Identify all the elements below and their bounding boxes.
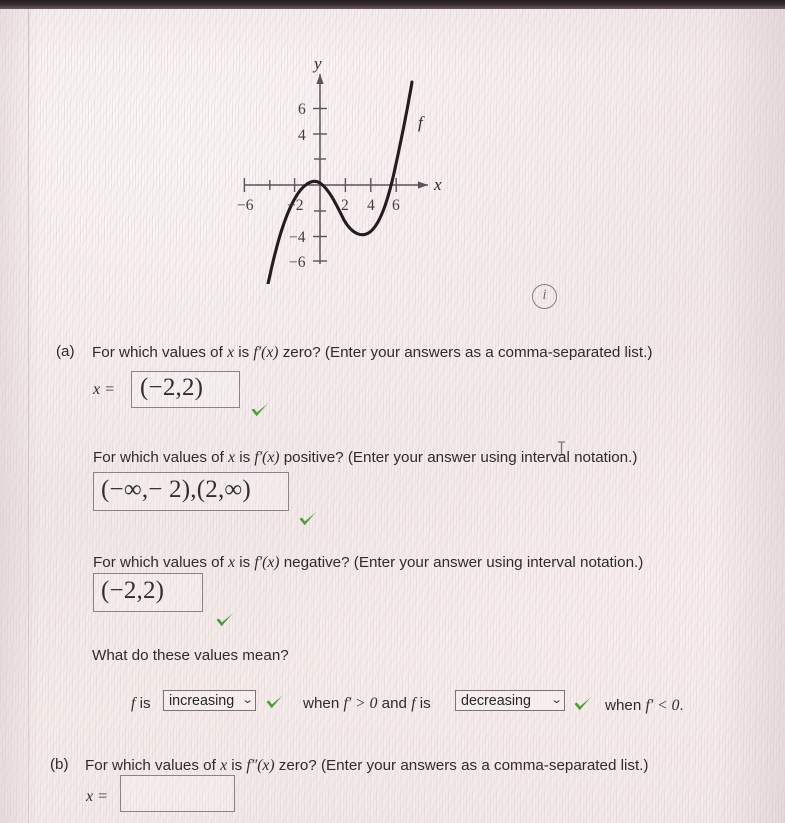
q-b1-after: zero? (Enter your answers as a comma-sep…	[274, 757, 649, 774]
xtick-neg2: −2	[287, 197, 304, 214]
ytick-4: 4	[298, 127, 306, 144]
q-a2-var: x	[228, 449, 235, 466]
check-icon-a3	[214, 610, 236, 630]
check-icon-meaning-1	[264, 692, 286, 712]
part-b-label: (b)	[50, 756, 69, 773]
meaning-prompt: What do these values mean?	[92, 647, 289, 664]
q-a3-mid: is	[234, 554, 255, 571]
xtick-2: 2	[341, 197, 349, 214]
answer-value-a3: (−2,2)	[101, 577, 165, 604]
chevron-down-icon-2: ⌄	[550, 694, 563, 706]
meaning-and: and	[377, 695, 412, 712]
meaning-cond1: f′ > 0	[343, 695, 378, 712]
q-a3-after: negative? (Enter your answer using inter…	[279, 554, 644, 571]
meaning-segment-3: when f′ < 0.	[605, 696, 684, 716]
curve-label-f: f	[418, 113, 425, 132]
y-axis-label: y	[312, 54, 322, 73]
question-a3-text: For which values of x is f′(x) negative?…	[93, 553, 643, 573]
q-b1-var: x	[220, 757, 227, 774]
select-increasing-value: increasing	[169, 692, 235, 709]
information-icon[interactable]: i	[532, 284, 557, 309]
screen-bezel-edge	[0, 0, 785, 9]
ytick-neg4: −4	[289, 229, 306, 246]
meaning-period: .	[679, 697, 684, 714]
q-a3-var: x	[228, 554, 235, 571]
question-a1-text: For which values of x is f′(x) zero? (En…	[92, 343, 652, 363]
check-icon-a1	[249, 400, 271, 420]
ytick-neg6: −6	[289, 254, 306, 271]
q-a3-before: For which values of	[93, 554, 229, 571]
q-a1-after: zero? (Enter your answers as a comma-sep…	[278, 344, 653, 361]
answer-input-b1[interactable]	[120, 775, 235, 812]
q-a2-after: positive? (Enter your answer using inter…	[279, 449, 638, 466]
part-a-label: (a)	[56, 343, 75, 360]
x-equals-label-a: x =	[93, 381, 115, 398]
q-b1-fn: f″(x)	[246, 757, 275, 774]
graph-figure: −6 −2 2 4 6 6 4 −4 −6 x y f	[232, 52, 464, 284]
q-a1-fn: f′(x)	[253, 344, 279, 361]
select-decreasing[interactable]: decreasing ⌄	[455, 690, 565, 711]
meaning-segment-2: when f′ > 0 and f is	[303, 694, 431, 714]
q-a1-before: For which values of	[92, 344, 228, 361]
check-icon-meaning-2	[572, 694, 594, 714]
q-a1-var: x	[227, 344, 234, 361]
select-decreasing-value: decreasing	[461, 692, 531, 709]
select-increasing[interactable]: increasing ⌄	[163, 690, 256, 711]
xtick-4: 4	[367, 197, 375, 214]
xtick-neg6: −6	[237, 197, 254, 214]
question-a2-text: For which values of x is f′(x) positive?…	[93, 448, 637, 468]
answer-value-a2: (−∞,− 2),(2,∞)	[101, 476, 251, 503]
check-icon-a2	[297, 509, 319, 529]
text-cursor-ibeam	[557, 441, 566, 456]
q-a2-mid: is	[234, 449, 255, 466]
q-b1-before: For which values of	[85, 757, 221, 774]
chevron-down-icon: ⌄	[241, 694, 254, 706]
ytick-6: 6	[298, 101, 306, 118]
q-a1-mid: is	[233, 344, 254, 361]
question-b1-text: For which values of x is f″(x) zero? (En…	[85, 756, 648, 776]
q-b1-mid: is	[226, 757, 247, 774]
x-equals-label-b: x =	[86, 788, 108, 805]
meaning-cond2: f′ < 0	[645, 697, 680, 714]
q-a2-fn: f′(x)	[254, 449, 280, 466]
meaning-f1-label: f is	[131, 694, 151, 714]
x-axis-label: x	[433, 175, 442, 194]
meaning-when1: when	[303, 695, 344, 712]
answer-value-a1: (−2,2)	[140, 374, 204, 401]
xtick-6: 6	[392, 197, 400, 214]
meaning-is2: is	[415, 695, 431, 712]
meaning-is1: is	[135, 695, 151, 712]
meaning-when2: when	[605, 697, 646, 714]
q-a3-fn: f′(x)	[254, 554, 280, 571]
q-a2-before: For which values of	[93, 449, 229, 466]
